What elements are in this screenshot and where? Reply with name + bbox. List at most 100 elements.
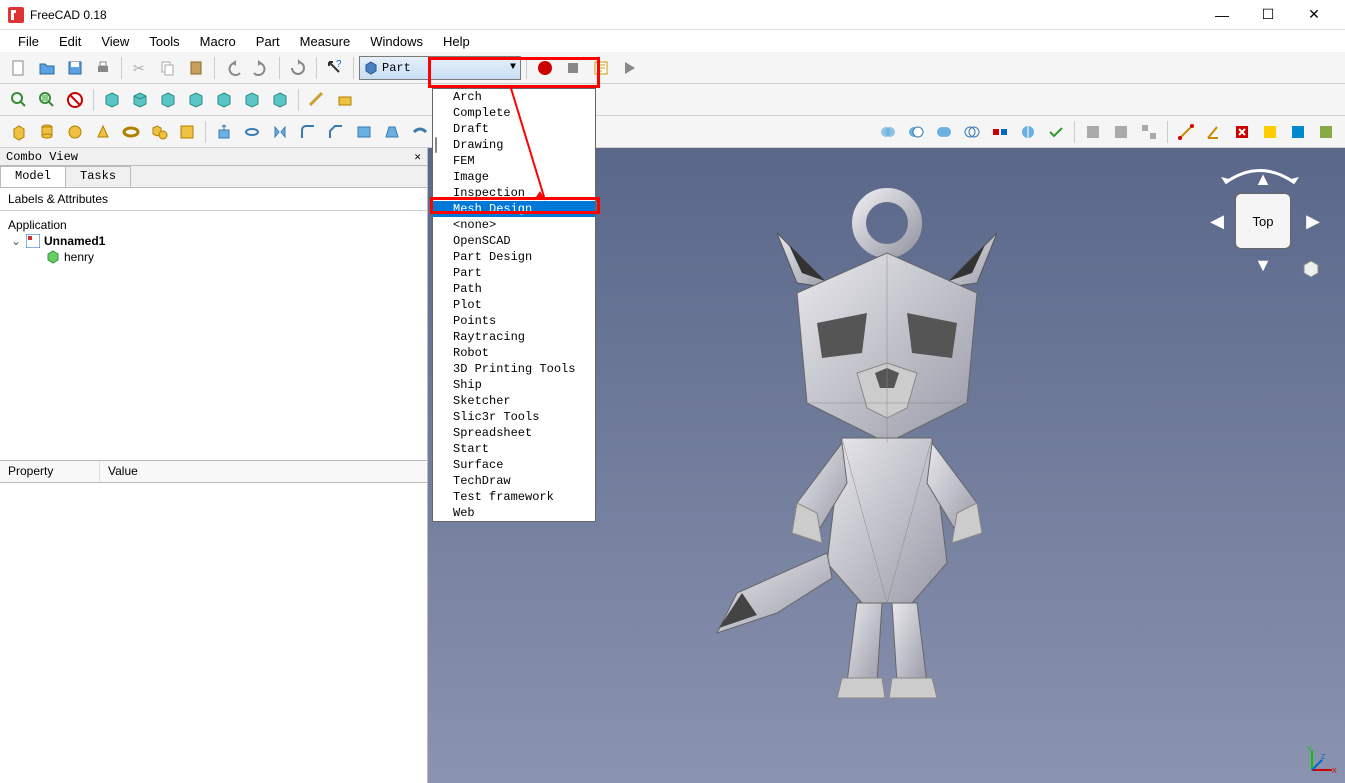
part-cross-button[interactable]	[1108, 119, 1134, 145]
macro-run-button[interactable]	[616, 55, 642, 81]
part-extrude-button[interactable]	[332, 87, 358, 113]
part-primitives-button[interactable]	[146, 119, 172, 145]
measure-distance-button[interactable]	[304, 87, 330, 113]
wb-item-techdraw[interactable]: TechDraw	[433, 473, 595, 489]
cut-button[interactable]: ✂	[127, 55, 153, 81]
undo-button[interactable]	[220, 55, 246, 81]
part-revolve-button[interactable]	[239, 119, 265, 145]
wb-item-start[interactable]: Start	[433, 441, 595, 457]
menu-edit[interactable]: Edit	[49, 32, 91, 51]
part-split-button[interactable]	[1015, 119, 1041, 145]
view-right-button[interactable]	[183, 87, 209, 113]
menu-macro[interactable]: Macro	[190, 32, 246, 51]
nav-down-arrow[interactable]: ▼	[1253, 255, 1273, 275]
save-button[interactable]	[62, 55, 88, 81]
menu-help[interactable]: Help	[433, 32, 480, 51]
navigation-cube[interactable]: Top ◀ ▶ ▲ ▼	[1205, 163, 1315, 293]
print-button[interactable]	[90, 55, 116, 81]
refresh-button[interactable]	[285, 55, 311, 81]
macro-stop-button[interactable]	[560, 55, 586, 81]
measure-clear-button[interactable]	[1229, 119, 1255, 145]
draw-style-button[interactable]	[62, 87, 88, 113]
part-chamfer-button[interactable]	[323, 119, 349, 145]
view-bottom-button[interactable]	[239, 87, 265, 113]
wb-item-3d-printing[interactable]: 3D Printing Tools	[433, 361, 595, 377]
close-button[interactable]: ✕	[1291, 0, 1337, 30]
minimize-button[interactable]: ―	[1199, 0, 1245, 30]
navcube-face[interactable]: Top	[1235, 193, 1291, 249]
wb-item-draft[interactable]: Draft	[433, 121, 595, 137]
wb-item-part-design[interactable]: Part Design	[433, 249, 595, 265]
wb-item-slic3r[interactable]: Slic3r Tools	[433, 409, 595, 425]
nav-mini-cube[interactable]	[1301, 259, 1321, 279]
measure-toggle3d-button[interactable]	[1285, 119, 1311, 145]
wb-item-web[interactable]: Web	[433, 505, 595, 521]
model-tree[interactable]: Application ⌄ Unnamed1 henry	[0, 211, 427, 461]
view-left-button[interactable]	[267, 87, 293, 113]
part-box-button[interactable]	[6, 119, 32, 145]
menu-part[interactable]: Part	[246, 32, 290, 51]
wb-item-openscad[interactable]: OpenSCAD	[433, 233, 595, 249]
menu-windows[interactable]: Windows	[360, 32, 433, 51]
part-check-button[interactable]	[1043, 119, 1069, 145]
wb-item-path[interactable]: Path	[433, 281, 595, 297]
new-button[interactable]	[6, 55, 32, 81]
view-isometric-button[interactable]	[99, 87, 125, 113]
copy-button[interactable]	[155, 55, 181, 81]
nav-right-arrow[interactable]: ▶	[1303, 211, 1323, 231]
wb-item-image[interactable]: Image	[433, 169, 595, 185]
macro-edit-button[interactable]	[588, 55, 614, 81]
wb-item-spreadsheet[interactable]: Spreadsheet	[433, 425, 595, 441]
wb-item-part[interactable]: Part	[433, 265, 595, 281]
wb-item-fem[interactable]: FEM	[433, 153, 595, 169]
part-join-button[interactable]	[987, 119, 1013, 145]
part-section-button[interactable]	[1080, 119, 1106, 145]
measure-angular-button[interactable]	[1201, 119, 1227, 145]
wb-item-surface[interactable]: Surface	[433, 457, 595, 473]
tree-item[interactable]: henry	[8, 249, 419, 265]
part-sphere-button[interactable]	[62, 119, 88, 145]
wb-item-none[interactable]: <none>	[433, 217, 595, 233]
wb-item-test[interactable]: Test framework	[433, 489, 595, 505]
part-compound-button[interactable]	[1136, 119, 1162, 145]
wb-item-plot[interactable]: Plot	[433, 297, 595, 313]
view-top-button[interactable]	[155, 87, 181, 113]
part-fuse-button[interactable]	[931, 119, 957, 145]
part-cone-button[interactable]	[90, 119, 116, 145]
wb-item-drawing[interactable]: Drawing	[433, 137, 595, 153]
whatsthis-button[interactable]: ?	[322, 55, 348, 81]
wb-item-raytracing[interactable]: Raytracing	[433, 329, 595, 345]
wb-item-sketcher[interactable]: Sketcher	[433, 393, 595, 409]
tree-doc[interactable]: ⌄ Unnamed1	[8, 233, 419, 249]
workbench-dropdown[interactable]: Arch Complete Draft Drawing FEM Image In…	[432, 88, 596, 522]
open-button[interactable]	[34, 55, 60, 81]
part-ruled-button[interactable]	[351, 119, 377, 145]
measure-toggle-button[interactable]	[1257, 119, 1283, 145]
wb-item-complete[interactable]: Complete	[433, 105, 595, 121]
macro-record-button[interactable]	[532, 55, 558, 81]
tab-model[interactable]: Model	[0, 166, 66, 187]
wb-item-inspection[interactable]: Inspection	[433, 185, 595, 201]
zoom-selection-button[interactable]	[34, 87, 60, 113]
combo-close-button[interactable]: ✕	[414, 150, 421, 164]
wb-item-points[interactable]: Points	[433, 313, 595, 329]
part-fillet-button[interactable]	[295, 119, 321, 145]
menu-view[interactable]: View	[91, 32, 139, 51]
redo-button[interactable]	[248, 55, 274, 81]
nav-up-arrow[interactable]: ▲	[1253, 169, 1273, 189]
wb-item-ship[interactable]: Ship	[433, 377, 595, 393]
part-torus-button[interactable]	[118, 119, 144, 145]
zoom-fit-button[interactable]	[6, 87, 32, 113]
wb-item-arch[interactable]: Arch	[433, 89, 595, 105]
wb-item-mesh-design[interactable]: Mesh Design	[433, 201, 595, 217]
part-extrude-tool[interactable]	[211, 119, 237, 145]
wb-item-robot[interactable]: Robot	[433, 345, 595, 361]
menu-tools[interactable]: Tools	[139, 32, 189, 51]
paste-button[interactable]	[183, 55, 209, 81]
view-front-button[interactable]	[127, 87, 153, 113]
menu-file[interactable]: File	[8, 32, 49, 51]
view-rear-button[interactable]	[211, 87, 237, 113]
measure-delta-button[interactable]	[1313, 119, 1339, 145]
nav-left-arrow[interactable]: ◀	[1207, 211, 1227, 231]
part-builder-button[interactable]	[174, 119, 200, 145]
